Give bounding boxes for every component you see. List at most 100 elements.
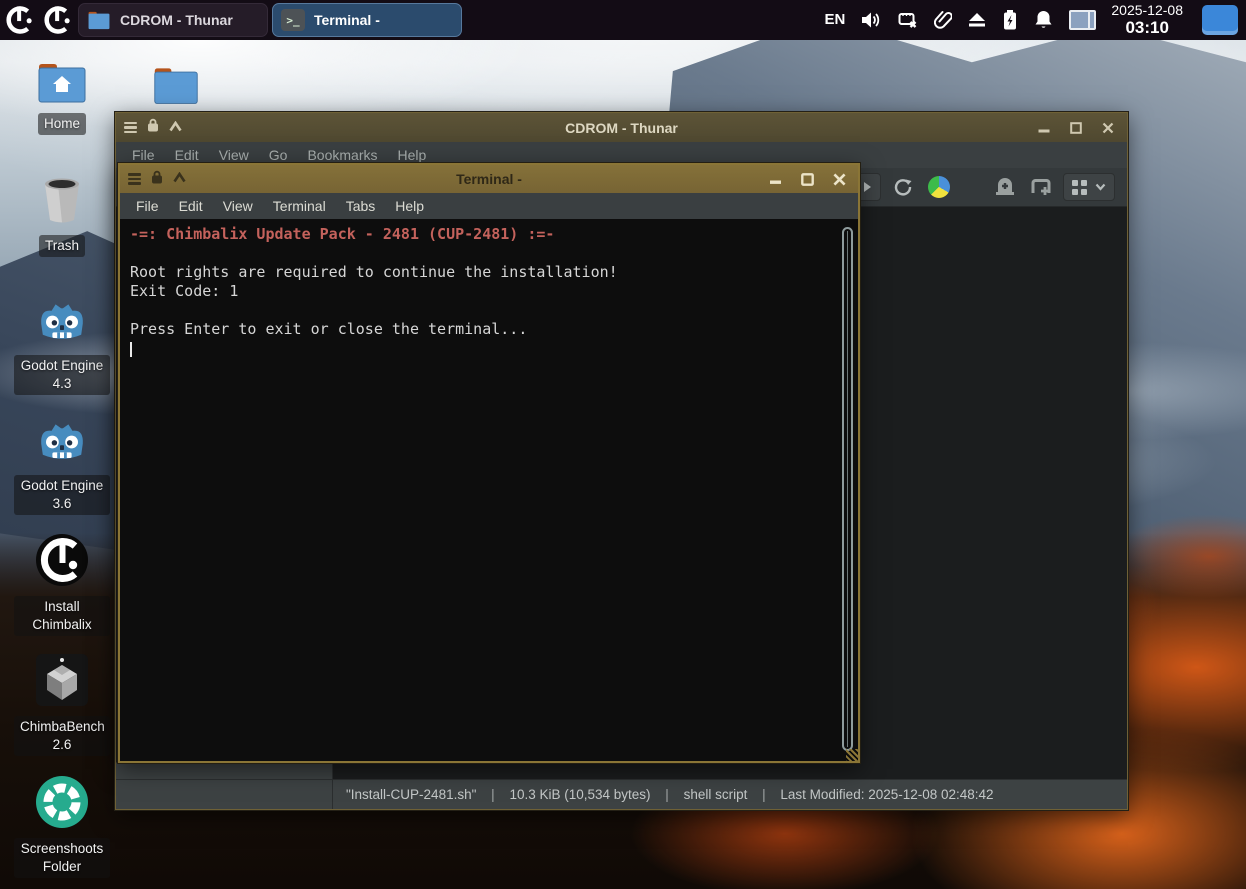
status-filetype: shell script <box>684 787 748 802</box>
home-folder-icon <box>36 52 88 104</box>
panel-date: 2025-12-08 <box>1111 3 1183 19</box>
clock[interactable]: 2025-12-08 03:10 <box>1111 3 1183 38</box>
notifications-icon[interactable] <box>1033 9 1054 30</box>
thunar-statusbar: "Install-CUP-2481.sh" | 10.3 KiB (10,534… <box>116 779 1127 809</box>
battery-icon[interactable] <box>1002 9 1018 31</box>
reload-button[interactable] <box>889 173 917 201</box>
keyboard-layout-indicator[interactable]: EN <box>825 11 846 28</box>
status-modified: Last Modified: 2025-12-08 02:48:42 <box>780 787 993 802</box>
chimbalix-logo-icon <box>3 4 35 36</box>
maximize-button[interactable] <box>798 171 816 187</box>
top-panel: CDROM - Thunar >_ Terminal - EN 2025-12-… <box>0 0 1246 40</box>
volume-icon[interactable] <box>860 10 882 30</box>
menu-terminal[interactable]: Terminal <box>263 198 336 214</box>
desktop-icon-label: Godot Engine 3.6 <box>14 475 110 515</box>
network-offline-icon[interactable] <box>897 10 919 30</box>
system-tray: EN 2025-12-08 03:10 <box>825 3 1246 38</box>
desktop-icon-trash[interactable]: Trash <box>14 174 110 257</box>
close-button[interactable] <box>830 171 848 187</box>
chimbalix-installer-icon <box>35 535 89 587</box>
desktop-icon-install-chimbalix[interactable]: Install Chimbalix <box>14 535 110 636</box>
godot-icon <box>36 294 88 346</box>
terminal-titlebar[interactable]: Terminal - <box>120 165 858 193</box>
folder-icon <box>152 54 200 106</box>
new-tab-button[interactable] <box>1027 173 1055 201</box>
up-arrow-icon[interactable] <box>169 119 182 137</box>
maximize-button[interactable] <box>1067 120 1085 136</box>
eject-icon[interactable] <box>967 11 987 29</box>
show-desktop-button[interactable] <box>1202 5 1238 35</box>
terminal-icon: >_ <box>281 9 305 31</box>
desktop-icon-label: Screenshoots Folder <box>14 838 110 878</box>
chimbabench-icon <box>35 655 89 707</box>
godot-icon <box>36 414 88 466</box>
desktop-icon-chimbabench[interactable]: ChimbaBench 2.6 <box>14 655 110 756</box>
chimbalix-menu-button[interactable] <box>38 1 76 39</box>
attachment-icon[interactable] <box>934 9 952 30</box>
window-menu-icon[interactable] <box>124 122 137 134</box>
disk-usage-pie-icon[interactable] <box>925 173 953 201</box>
desktop-icon-godot-3-6[interactable]: Godot Engine 3.6 <box>14 414 110 515</box>
close-button[interactable] <box>1099 120 1117 136</box>
add-shortcut-button[interactable] <box>991 173 1019 201</box>
chimbalix-menu-button[interactable] <box>0 1 38 39</box>
menu-file[interactable]: File <box>122 147 165 163</box>
minimize-button[interactable] <box>766 171 784 187</box>
desktop-icon-label: Install Chimbalix <box>14 596 110 636</box>
workspace-pager[interactable] <box>1069 10 1096 30</box>
window-menu-icon[interactable] <box>128 173 141 185</box>
terminal-line <box>130 301 838 320</box>
chevron-down-icon <box>1095 183 1106 191</box>
desktop-icon-home[interactable]: Home <box>14 52 110 135</box>
chimbalix-logo-icon <box>41 4 73 36</box>
terminal-title: Terminal - <box>120 171 858 187</box>
status-filename: "Install-CUP-2481.sh" <box>346 787 476 802</box>
menu-view[interactable]: View <box>213 198 263 214</box>
status-filesize: 10.3 KiB (10,534 bytes) <box>509 787 650 802</box>
desktop-icon-godot-4-3[interactable]: Godot Engine 4.3 <box>14 294 110 395</box>
task-label: CDROM - Thunar <box>120 12 233 28</box>
screenshots-folder-icon <box>35 777 89 829</box>
terminal-cursor-line <box>130 339 838 358</box>
text-cursor <box>130 342 132 357</box>
desktop-icon-label: Godot Engine 4.3 <box>14 355 110 395</box>
grid-view-icon <box>1072 180 1087 195</box>
terminal-line: Root rights are required to continue the… <box>130 263 838 282</box>
desktop-icon-screenshoots-folder[interactable]: Screenshoots Folder <box>14 777 110 878</box>
terminal-window: Terminal - File Edit View Terminal Tabs … <box>118 163 860 763</box>
taskbar-button-thunar[interactable]: CDROM - Thunar <box>78 3 268 37</box>
desktop-icon-label: ChimbaBench 2.6 <box>14 716 110 756</box>
menu-help[interactable]: Help <box>388 147 437 163</box>
lock-icon[interactable] <box>151 170 163 189</box>
menu-bookmarks[interactable]: Bookmarks <box>297 147 387 163</box>
thunar-side-pane <box>116 762 332 779</box>
up-arrow-icon[interactable] <box>173 170 186 188</box>
view-toggle-button[interactable] <box>1063 173 1115 201</box>
thunar-title: CDROM - Thunar <box>116 120 1127 136</box>
terminal-line: -=: Chimbalix Update Pack - 2481 (CUP-24… <box>130 225 838 244</box>
minimize-button[interactable] <box>1035 120 1053 136</box>
menu-edit[interactable]: Edit <box>169 198 213 214</box>
folder-icon <box>87 10 111 30</box>
terminal-line: Press Enter to exit or close the termina… <box>130 320 838 339</box>
resize-grip[interactable] <box>846 749 860 763</box>
terminal-line <box>130 244 838 263</box>
pane-divider <box>332 763 333 809</box>
terminal-scrollbar[interactable] <box>842 227 853 751</box>
menu-help[interactable]: Help <box>385 198 434 214</box>
menu-file[interactable]: File <box>126 198 169 214</box>
desktop-icon-folder[interactable] <box>128 54 224 106</box>
menu-tabs[interactable]: Tabs <box>336 198 386 214</box>
terminal-menubar: File Edit View Terminal Tabs Help <box>120 193 858 219</box>
panel-time: 03:10 <box>1111 18 1183 37</box>
desktop-icon-label: Trash <box>39 235 85 257</box>
terminal-screen[interactable]: -=: Chimbalix Update Pack - 2481 (CUP-24… <box>120 219 858 761</box>
lock-icon[interactable] <box>147 118 159 137</box>
trash-icon <box>38 174 86 226</box>
desktop-icon-label: Home <box>38 113 86 135</box>
menu-edit[interactable]: Edit <box>165 147 209 163</box>
thunar-titlebar[interactable]: CDROM - Thunar <box>116 113 1127 142</box>
menu-view[interactable]: View <box>209 147 259 163</box>
taskbar-button-terminal[interactable]: >_ Terminal - <box>272 3 462 37</box>
menu-go[interactable]: Go <box>259 147 298 163</box>
